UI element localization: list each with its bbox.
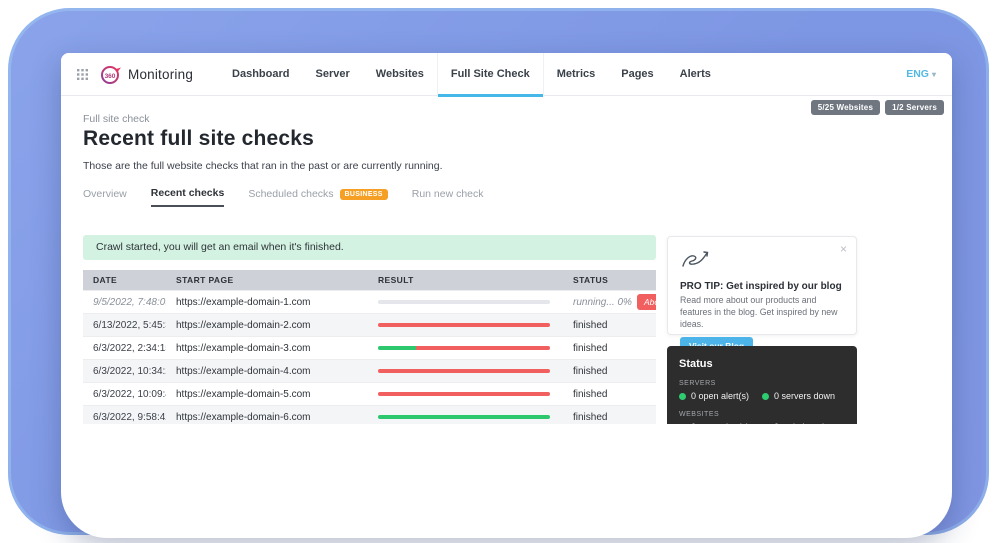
- nav-item-alerts[interactable]: Alerts: [667, 53, 724, 96]
- nav-item-dashboard[interactable]: Dashboard: [219, 53, 302, 96]
- check-status: finished: [573, 343, 607, 354]
- check-url: https://example-domain-3.com: [166, 343, 368, 354]
- check-url: https://example-domain-6.com: [166, 412, 368, 423]
- check-status: running... 0%: [573, 297, 632, 308]
- websites-down-item: 0 websites down: [762, 422, 845, 424]
- check-url: https://example-domain-4.com: [166, 366, 368, 377]
- subtabs: Overview Recent checks Scheduled checks …: [83, 187, 484, 207]
- servers-count-badge: 1/2 Servers: [885, 100, 944, 115]
- col-status: STATUS: [563, 275, 656, 285]
- nav-item-metrics[interactable]: Metrics: [544, 53, 609, 96]
- progress-bar: [378, 300, 550, 304]
- servers-group-label: SERVERS: [679, 380, 845, 387]
- table-row: 6/13/2022, 5:45:34 PM https://example-do…: [83, 313, 656, 336]
- status-card-title: Status: [679, 358, 845, 370]
- marketing-stage: 360 Monitoring Dashboard Server Websites…: [0, 0, 997, 543]
- check-date: 6/3/2022, 10:34:24 AM: [83, 366, 166, 377]
- tab-run-new-check[interactable]: Run new check: [412, 188, 484, 206]
- svg-text:360: 360: [105, 73, 116, 80]
- progress-bar: [378, 369, 550, 373]
- servers-down-label: 0 servers down: [774, 391, 835, 401]
- pro-tip-title: PRO TIP: Get inspired by our blog: [680, 281, 844, 292]
- blue-backdrop-frame: 360 Monitoring Dashboard Server Websites…: [8, 8, 989, 535]
- checks-table: DATE START PAGE RESULT STATUS 9/5/2022, …: [83, 270, 656, 424]
- business-badge: BUSINESS: [340, 189, 388, 200]
- table-row: 6/3/2022, 10:09:40 AM https://example-do…: [83, 382, 656, 405]
- pro-tip-body: Read more about our products and feature…: [680, 295, 844, 331]
- logo-360-icon: 360: [100, 63, 122, 85]
- table-row: 6/3/2022, 2:34:15 PM https://example-dom…: [83, 336, 656, 359]
- website-alerts-label: 0 open alert(s): [691, 422, 749, 424]
- close-icon[interactable]: ×: [840, 242, 847, 256]
- progress-bar: [378, 392, 550, 396]
- check-date: 6/13/2022, 5:45:34 PM: [83, 320, 166, 331]
- app-content: 360 Monitoring Dashboard Server Websites…: [61, 53, 952, 424]
- usage-badges: 5/25 Websites 1/2 Servers: [811, 100, 944, 115]
- col-start-page: START PAGE: [166, 275, 368, 285]
- main-nav: Dashboard Server Websites Full Site Chec…: [219, 53, 724, 96]
- websites-down-label: 0 websites down: [774, 422, 841, 424]
- check-status: finished: [573, 389, 607, 400]
- progress-bar: [378, 415, 550, 419]
- nav-item-full-site-check[interactable]: Full Site Check: [437, 53, 544, 96]
- top-navbar: 360 Monitoring Dashboard Server Websites…: [61, 53, 952, 96]
- website-alerts-item: 0 open alert(s): [679, 422, 762, 424]
- check-url: https://example-domain-5.com: [166, 389, 368, 400]
- breadcrumb: Full site check: [83, 113, 150, 125]
- check-url: https://example-domain-2.com: [166, 320, 368, 331]
- page-subtitle: Those are the full website checks that r…: [83, 160, 443, 172]
- col-date: DATE: [83, 275, 166, 285]
- table-row: 9/5/2022, 7:48:09 AM https://example-dom…: [83, 290, 656, 313]
- green-status-dot: [762, 424, 769, 425]
- check-status: finished: [573, 320, 607, 331]
- table-row: 6/3/2022, 10:34:24 AM https://example-do…: [83, 359, 656, 382]
- progress-bar: [378, 346, 550, 350]
- server-alerts-item: 0 open alert(s): [679, 391, 762, 401]
- chevron-down-icon: ▾: [932, 70, 936, 79]
- table-row: 6/3/2022, 9:58:42 AM https://example-dom…: [83, 405, 656, 424]
- nav-item-server[interactable]: Server: [303, 53, 363, 96]
- websites-group: 0 open alert(s) 0 websites down: [679, 422, 845, 424]
- tab-recent-checks[interactable]: Recent checks: [151, 187, 225, 207]
- page-title: Recent full site checks: [83, 127, 314, 151]
- websites-count-badge: 5/25 Websites: [811, 100, 880, 115]
- check-date: 6/3/2022, 10:09:40 AM: [83, 389, 166, 400]
- progress-bar: [378, 323, 550, 327]
- status-card: Status SERVERS 0 open alert(s) 0 servers…: [667, 346, 857, 424]
- abort-button[interactable]: Abort: [637, 294, 656, 310]
- check-date: 9/5/2022, 7:48:09 AM: [83, 297, 166, 308]
- check-url: https://example-domain-1.com: [166, 297, 368, 308]
- nav-item-websites[interactable]: Websites: [363, 53, 437, 96]
- check-status: finished: [573, 366, 607, 377]
- pro-tip-card: × PRO TIP: Get inspired by our blog Read…: [667, 236, 857, 335]
- check-date: 6/3/2022, 2:34:15 PM: [83, 343, 166, 354]
- app-launcher-grid-icon[interactable]: [77, 69, 88, 80]
- table-header: DATE START PAGE RESULT STATUS: [83, 270, 656, 290]
- brand-name: Monitoring: [128, 67, 193, 82]
- server-alerts-label: 0 open alert(s): [691, 391, 749, 401]
- language-selector[interactable]: ENG ▾: [906, 68, 936, 80]
- tab-scheduled-checks-label: Scheduled checks: [248, 188, 333, 200]
- check-date: 6/3/2022, 9:58:42 AM: [83, 412, 166, 423]
- check-status: finished: [573, 412, 607, 423]
- hand-doodle-icon: [680, 258, 710, 275]
- nav-item-pages[interactable]: Pages: [608, 53, 666, 96]
- crawl-started-notification: Crawl started, you will get an email whe…: [83, 235, 656, 260]
- green-status-dot: [679, 424, 686, 425]
- app-window: 360 Monitoring Dashboard Server Websites…: [61, 53, 952, 538]
- websites-group-label: WEBSITES: [679, 411, 845, 418]
- servers-down-item: 0 servers down: [762, 391, 845, 401]
- servers-group: 0 open alert(s) 0 servers down: [679, 391, 845, 401]
- green-status-dot: [762, 393, 769, 400]
- green-status-dot: [679, 393, 686, 400]
- language-label: ENG: [906, 68, 929, 80]
- tab-overview[interactable]: Overview: [83, 188, 127, 206]
- col-result: RESULT: [368, 275, 563, 285]
- tab-scheduled-checks[interactable]: Scheduled checks BUSINESS: [248, 188, 387, 206]
